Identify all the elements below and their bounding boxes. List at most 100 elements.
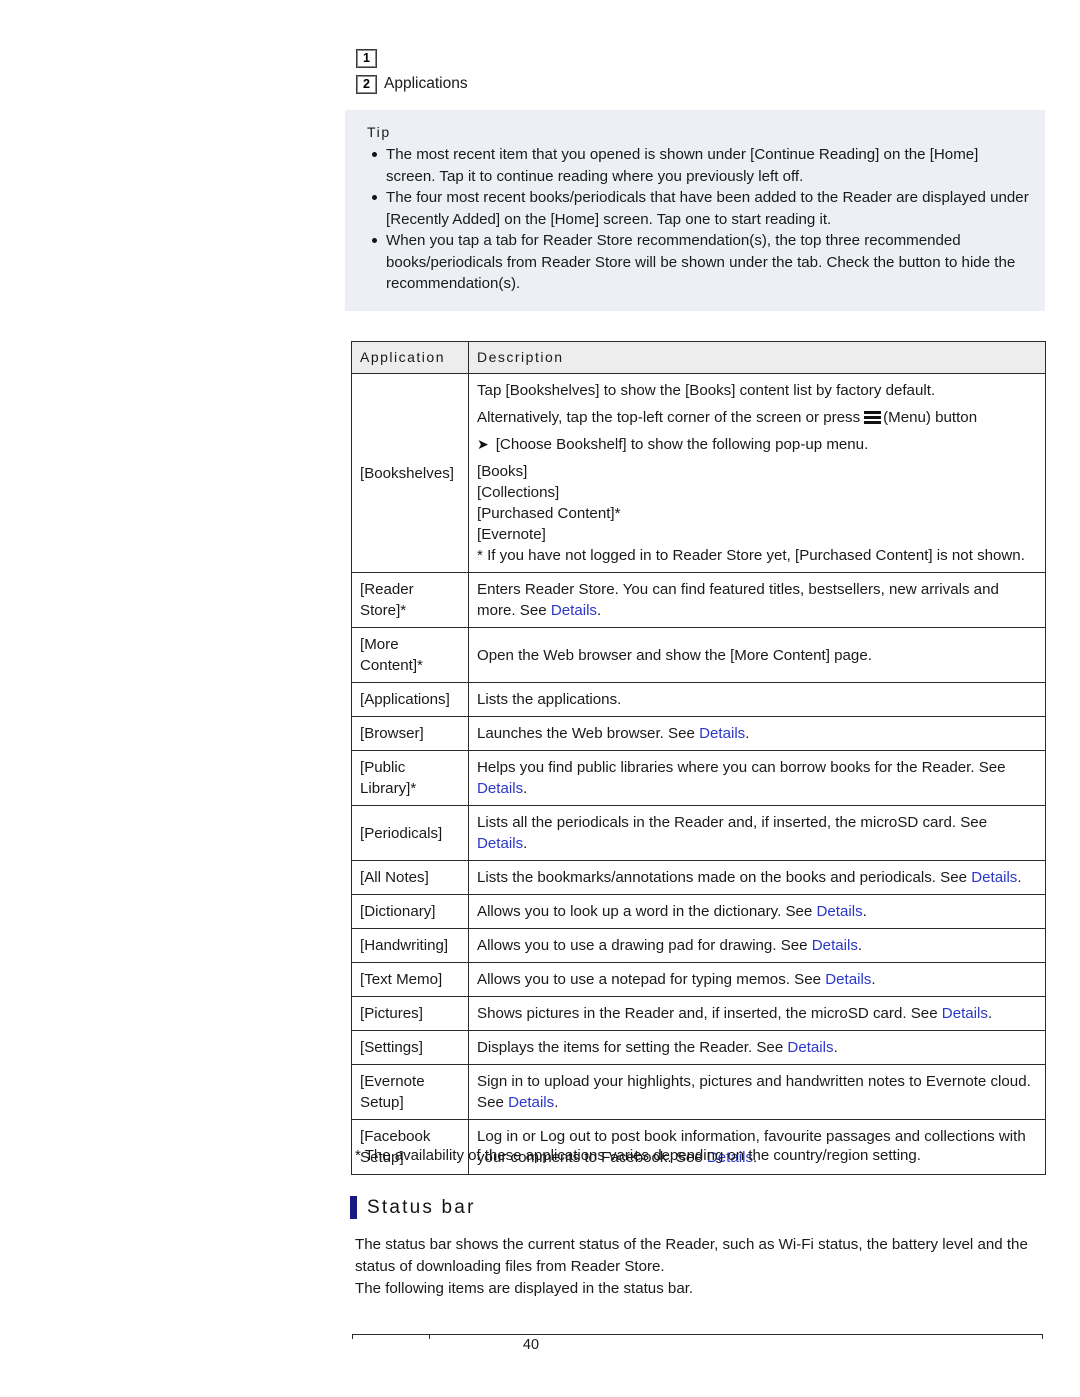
popup-menu-item: [Evernote] <box>477 526 546 543</box>
application-description: Displays the items for setting the Reade… <box>468 1030 1046 1065</box>
application-description: Open the Web browser and show the [More … <box>468 627 1046 683</box>
description-text: Alternatively, tap the top-left corner o… <box>477 409 861 426</box>
details-link[interactable]: Details <box>551 602 597 619</box>
application-description: Allows you to look up a word in the dict… <box>468 894 1046 929</box>
description-text: Allows you to look up a word in the dict… <box>477 903 817 920</box>
section-paragraph: The following items are displayed in the… <box>355 1280 694 1297</box>
application-name: [Public Library]* <box>351 750 469 806</box>
application-description: Lists the bookmarks/annotations made on … <box>468 860 1046 895</box>
breadcrumb-label: Applications <box>384 75 468 92</box>
details-link[interactable]: Details <box>699 725 745 742</box>
section-body: The status bar shows the current status … <box>355 1234 1049 1300</box>
application-description: Tap [Bookshelves] to show the [Books] co… <box>468 373 1046 573</box>
application-name: [Settings] <box>351 1030 469 1065</box>
application-description: Launches the Web browser. See Details. <box>468 716 1046 751</box>
description-line-with-arrow: ➤ [Choose Bookshelf] to show the followin… <box>477 434 1038 455</box>
table-row: [Browser] Launches the Web browser. See D… <box>351 716 1046 751</box>
table-row: [Handwriting] Allows you to use a drawing… <box>351 928 1046 963</box>
details-link[interactable]: Details <box>477 780 523 797</box>
step-number-box: 2 <box>357 75 376 93</box>
description-text: . <box>523 835 528 852</box>
table-row: [More Content]* Open the Web browser and … <box>351 627 1046 683</box>
table-row: [Periodicals] Lists all the periodicals i… <box>351 805 1046 861</box>
page-number-value: 40 <box>522 1337 540 1353</box>
application-description: Helps you find public libraries where yo… <box>468 750 1046 806</box>
table-row: [Bookshelves] Tap [Bookshelves] to show … <box>351 373 1046 573</box>
application-name: [Text Memo] <box>351 962 469 997</box>
description-text: . <box>871 971 876 988</box>
description-text: . <box>1017 869 1022 886</box>
description-text: (Menu) button <box>883 409 978 426</box>
page-number: 40 <box>0 1337 1080 1353</box>
popup-menu-item: [Purchased Content]* <box>477 505 621 522</box>
description-text: Lists all the periodicals in the Reader … <box>477 814 988 831</box>
application-name: [More Content]* <box>351 627 469 683</box>
description-text: Helps you find public libraries where yo… <box>477 759 1006 776</box>
application-description: Allows you to use a drawing pad for draw… <box>468 928 1046 963</box>
description-line: Tap [Bookshelves] to show the [Books] co… <box>477 382 936 399</box>
description-text: Sign in to upload your highlights, pictu… <box>477 1073 1031 1111</box>
table-row: [Text Memo] Allows you to use a notepad f… <box>351 962 1046 997</box>
breadcrumb-step-2: 2 Applications <box>357 73 468 95</box>
popup-menu-item: [Books] <box>477 463 528 480</box>
application-name: [All Notes] <box>351 860 469 895</box>
details-link[interactable]: Details <box>787 1039 833 1056</box>
column-header-description: Description <box>468 341 1046 374</box>
table-row: [All Notes] Lists the bookmarks/annotatio… <box>351 860 1046 895</box>
application-description: Lists all the periodicals in the Reader … <box>468 805 1046 861</box>
description-text: . <box>745 725 750 742</box>
description-text: . <box>857 937 863 954</box>
table-row: [Pictures] Shows pictures in the Reader a… <box>351 996 1046 1031</box>
tip-list-item: When you tap a tab for Reader Store reco… <box>359 230 1031 295</box>
application-name: [Reader Store]* <box>351 572 469 628</box>
application-name: [Pictures] <box>351 996 469 1031</box>
tip-list-item: The most recent item that you opened is … <box>359 144 1031 187</box>
column-header-application: Application <box>351 341 469 374</box>
arrow-right-icon: ➤ <box>477 436 489 452</box>
description-text: Launches the Web browser. See <box>477 725 700 742</box>
application-name: [Browser] <box>351 716 469 751</box>
description-text: Allows you to use a drawing pad for draw… <box>477 937 812 954</box>
details-link[interactable]: Details <box>825 971 871 988</box>
table-footnote: * The availability of these applications… <box>355 1147 921 1164</box>
description-footnote: * If you have not logged in to Reader St… <box>477 547 1025 564</box>
tip-list-item: The four most recent books/periodicals t… <box>359 187 1031 230</box>
description-text: Allows you to use a notepad for typing m… <box>477 971 826 988</box>
description-text: . <box>987 1005 993 1022</box>
description-text: Lists the applications. <box>477 691 622 708</box>
description-text: . <box>554 1094 559 1111</box>
section-heading-status-bar: Status bar <box>350 1196 476 1219</box>
description-text: . <box>523 780 528 797</box>
application-description: Allows you to use a notepad for typing m… <box>468 962 1046 997</box>
footer-divider <box>352 1334 1043 1335</box>
table-header-row: Application Description <box>351 341 1046 374</box>
table-row: [Reader Store]* Enters Reader Store. You … <box>351 572 1046 628</box>
details-link[interactable]: Details <box>812 937 858 954</box>
details-link[interactable]: Details <box>477 835 523 852</box>
tip-callout: Tip The most recent item that you opened… <box>345 110 1045 311</box>
breadcrumb: 1 2 Applications <box>357 47 468 99</box>
section-title: Status bar <box>367 1196 476 1218</box>
application-name: [Handwriting] <box>351 928 469 963</box>
section-marker-icon <box>350 1196 357 1219</box>
application-name: [Dictionary] <box>351 894 469 929</box>
tip-list: The most recent item that you opened is … <box>359 144 1031 295</box>
details-link[interactable]: Details <box>971 869 1017 886</box>
application-name: [Bookshelves] <box>351 373 469 573</box>
description-text: Lists the bookmarks/annotations made on … <box>477 869 972 886</box>
table-row: [Applications] Lists the applications. <box>351 682 1046 717</box>
description-text: Displays the items for setting the Reade… <box>477 1039 788 1056</box>
table-row: [Public Library]* Helps you find public l… <box>351 750 1046 806</box>
step-number-box: 1 <box>357 49 376 67</box>
application-description: Lists the applications. <box>468 682 1046 717</box>
breadcrumb-step-1: 1 <box>357 47 468 69</box>
menu-icon <box>864 411 882 424</box>
description-text: . <box>862 903 867 920</box>
tip-title: Tip <box>367 124 391 140</box>
details-link[interactable]: Details <box>508 1094 554 1111</box>
application-description: Sign in to upload your highlights, pictu… <box>468 1064 1046 1120</box>
details-link[interactable]: Details <box>817 903 863 920</box>
description-text: Open the Web browser and show the [More … <box>477 646 872 664</box>
details-link[interactable]: Details <box>942 1005 988 1022</box>
description-line-with-menu-icon: Alternatively, tap the top-left corner o… <box>477 407 1038 428</box>
